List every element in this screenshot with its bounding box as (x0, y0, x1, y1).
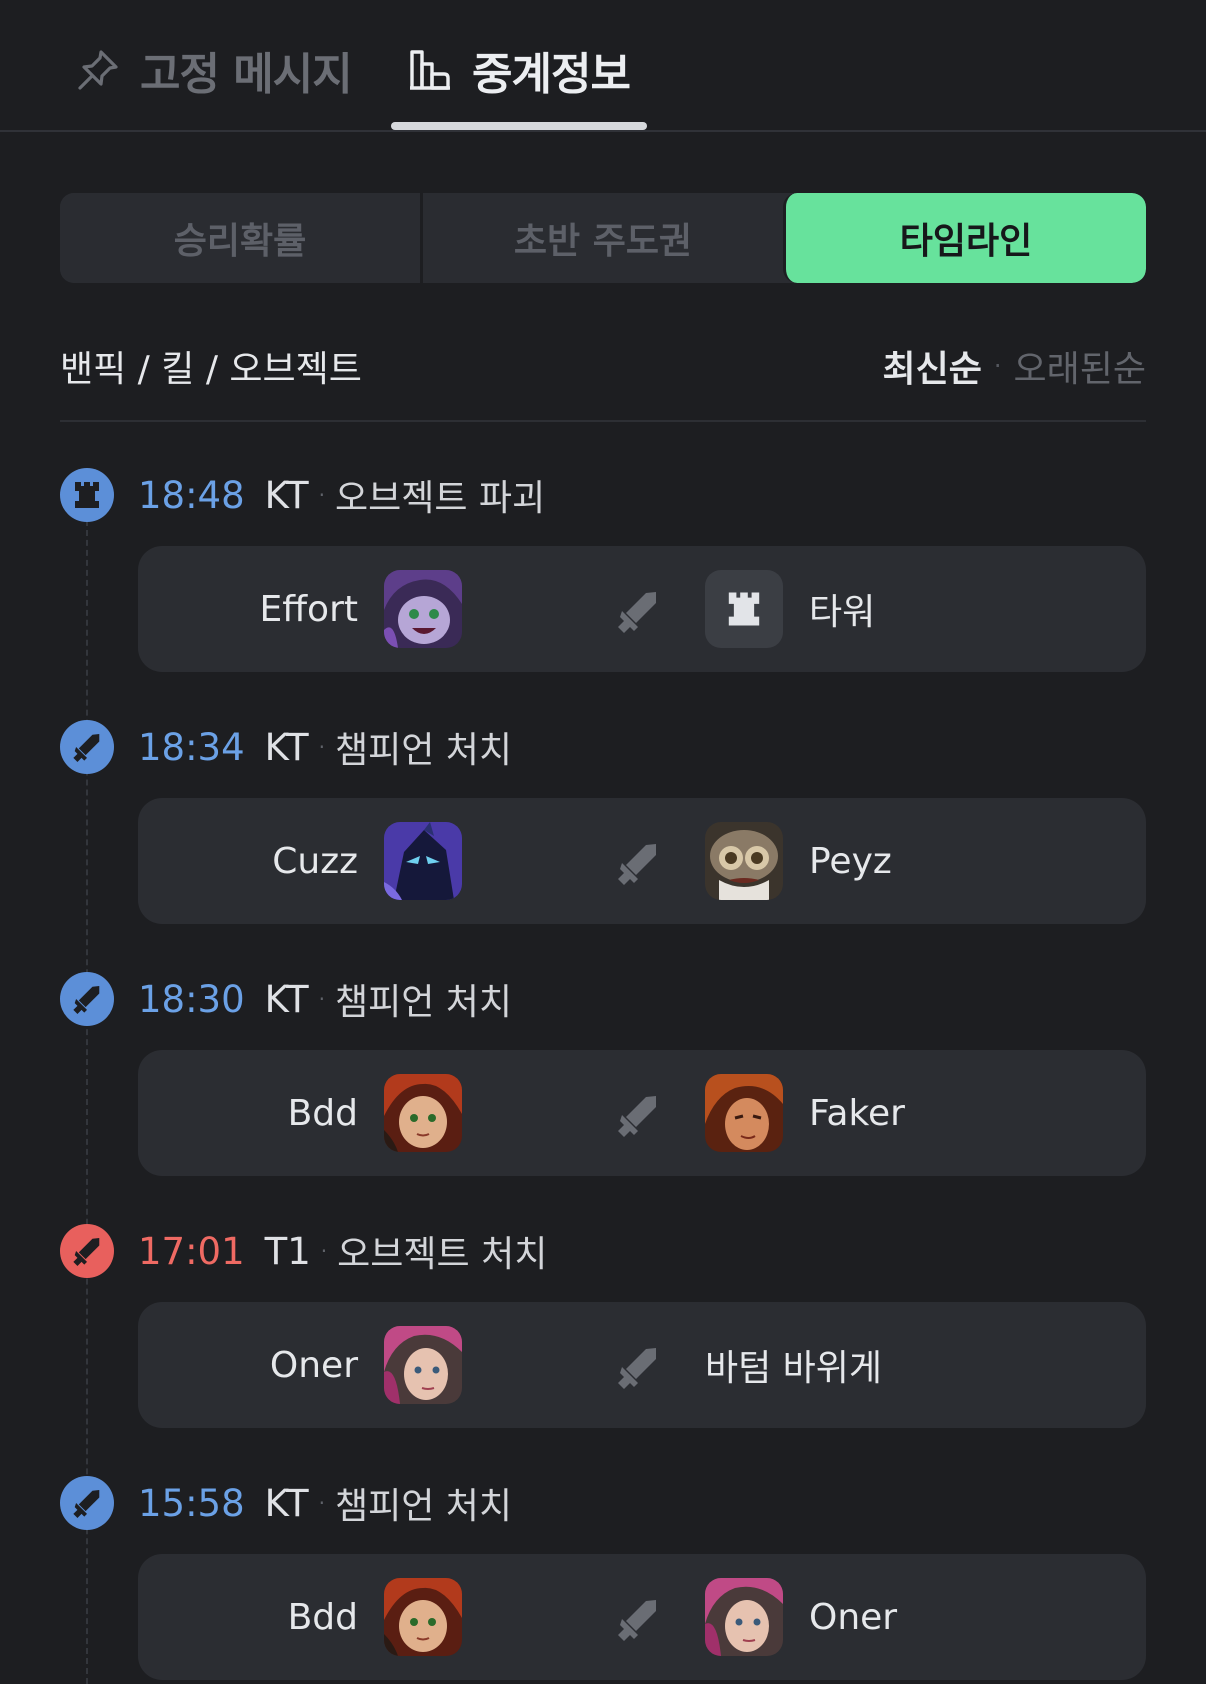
sword-icon (60, 1224, 114, 1278)
event-card[interactable]: Bdd (138, 1554, 1146, 1680)
segment-early-lead[interactable]: 초반 주도권 (420, 193, 783, 283)
event-description: 챔피언 처치 (335, 730, 513, 771)
sword-icon (616, 1345, 660, 1389)
event-time: 18:30 (138, 977, 245, 1021)
right-target-name: Peyz (809, 840, 892, 882)
event-team: KT (264, 725, 309, 769)
event-card[interactable]: Effort 타워 (138, 546, 1146, 672)
tower-tile (705, 570, 783, 648)
event-card[interactable]: Bdd (138, 1050, 1146, 1176)
event-card[interactable]: Oner 바텀 바위게 (138, 1302, 1146, 1428)
sword-icon (60, 972, 114, 1026)
annie-avatar (384, 1074, 462, 1152)
timeline-event-header: 18:48 KT · 오브젝트 파괴 (60, 467, 545, 523)
sort-newest[interactable]: 최신순 (883, 340, 982, 392)
sort-oldest[interactable]: 오래된순 (1014, 340, 1146, 392)
right-target-name: 바텀 바위게 (705, 1348, 883, 1389)
event-description: 챔피언 처치 (335, 1486, 513, 1527)
tab-broadcast-info[interactable]: 중계정보 (406, 40, 631, 100)
event-separator: · (318, 483, 325, 507)
ziggs-avatar (705, 822, 783, 900)
right-target-name: Oner (809, 1596, 898, 1638)
vi-avatar (705, 1578, 783, 1656)
right-target-name: Faker (809, 1092, 905, 1134)
sword-icon (60, 720, 114, 774)
event-description: 오브젝트 처치 (337, 1234, 548, 1275)
right-target-name: 타워 (809, 592, 876, 633)
event-time: 17:01 (138, 1229, 245, 1273)
sword-icon (616, 589, 660, 633)
bar-chart-icon (406, 46, 454, 94)
event-description: 챔피언 처치 (335, 982, 513, 1023)
timeline-event-header: 18:34 KT · 챔피언 처치 (60, 719, 512, 775)
event-team: KT (264, 473, 309, 517)
tab-label: 고정 메시지 (140, 49, 353, 100)
timeline-event-header: 18:30 KT · 챔피언 처치 (60, 971, 512, 1027)
left-player-name: Effort (259, 588, 359, 630)
event-team: KT (264, 977, 309, 1021)
sort-options: 최신순 · 오래된순 (883, 340, 1147, 392)
timeline-event-header: 15:58 KT · 챔피언 처치 (60, 1475, 512, 1531)
top-tab-bar: 고정 메시지 중계정보 (0, 0, 1206, 132)
sword-icon (616, 1093, 660, 1137)
segment-win-probability[interactable]: 승리확률 (60, 193, 420, 283)
event-time: 18:34 (138, 725, 245, 769)
event-separator: · (318, 735, 325, 759)
event-time: 15:58 (138, 1481, 245, 1525)
segment-timeline[interactable]: 타임라인 (783, 193, 1146, 283)
event-time: 18:48 (138, 473, 245, 517)
annie-avatar (384, 1578, 462, 1656)
divider (60, 420, 1146, 422)
active-tab-indicator (391, 122, 647, 130)
left-player-name: Oner (269, 1344, 358, 1386)
tab-label: 중계정보 (472, 49, 631, 100)
event-team: KT (264, 1481, 309, 1525)
event-separator: · (318, 1491, 325, 1515)
sword-icon (616, 841, 660, 885)
left-player-name: Bdd (287, 1092, 358, 1134)
vi-avatar (384, 1326, 462, 1404)
event-description: 오브젝트 파괴 (335, 478, 546, 519)
sword-icon (616, 1597, 660, 1641)
left-player-name: Cuzz (272, 840, 358, 882)
tab-pinned-message[interactable]: 고정 메시지 (74, 40, 353, 100)
sword-icon (60, 1476, 114, 1530)
tower-icon (60, 468, 114, 522)
event-card[interactable]: Cuzz Peyz (138, 798, 1146, 924)
event-team: T1 (264, 1229, 311, 1273)
champion-avatar (705, 1074, 783, 1152)
filter-row: 밴픽 / 킬 / 오브젝트 최신순 · 오래된순 (60, 337, 1146, 395)
event-separator: · (318, 987, 325, 1011)
sort-separator: · (993, 352, 1002, 380)
event-separator: · (320, 1239, 328, 1263)
left-player-name: Bdd (287, 1596, 358, 1638)
filter-title: 밴픽 / 킬 / 오브젝트 (60, 349, 362, 390)
lulu-avatar (384, 570, 462, 648)
timeline-event-header: 17:01 T1 · 오브젝트 처치 (60, 1223, 547, 1279)
view-segmented-control: 승리확률 초반 주도권 타임라인 (60, 193, 1146, 283)
pin-icon (74, 46, 122, 94)
kayn-avatar (384, 822, 462, 900)
